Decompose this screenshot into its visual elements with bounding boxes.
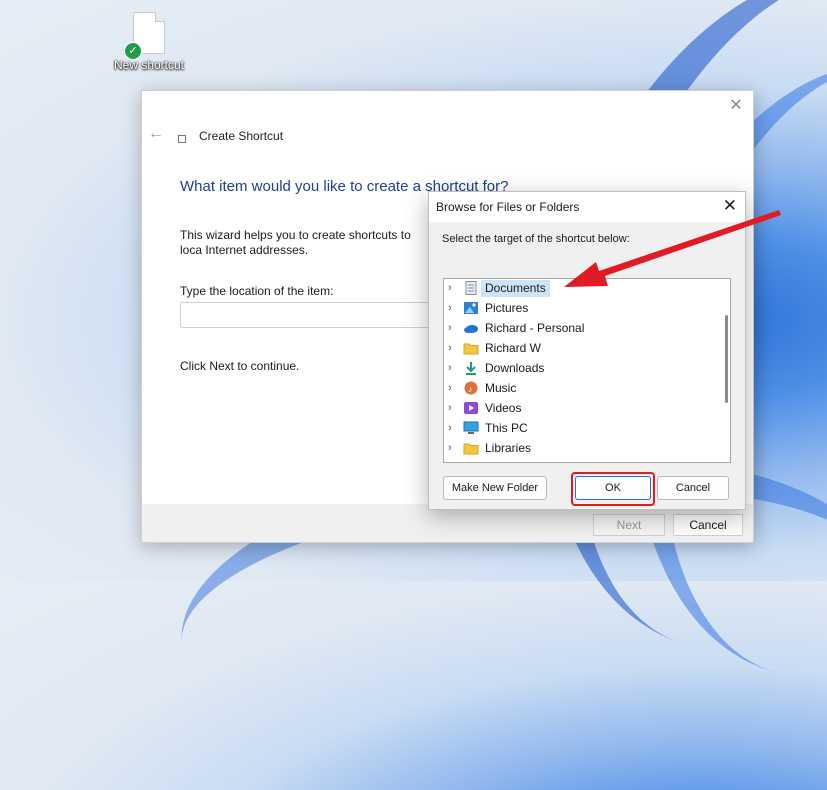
annotation-arrow xyxy=(564,210,781,287)
